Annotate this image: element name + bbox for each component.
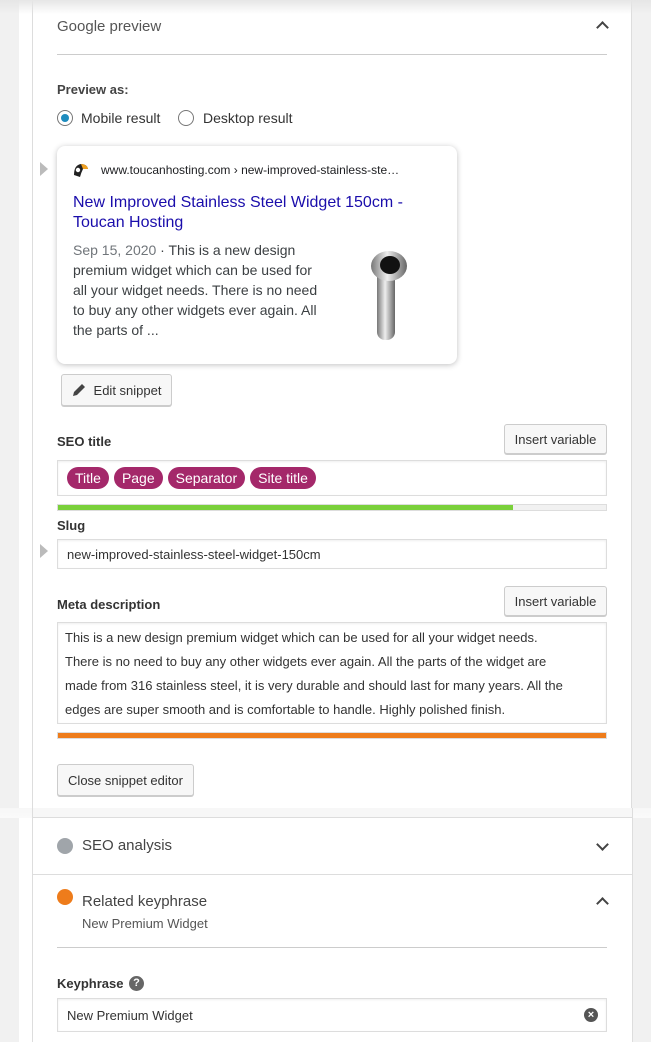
seo-title-input[interactable]: Title Page Separator Site title: [57, 460, 607, 496]
desktop-result-radio[interactable]: [178, 110, 194, 126]
desc-line: premium widget which can be used for: [73, 262, 312, 278]
keyphrase-value: New Premium Widget: [67, 1008, 193, 1023]
divider: [57, 947, 607, 948]
seo-analysis-title[interactable]: SEO analysis: [82, 837, 172, 854]
seo-title-insert-variable-button[interactable]: Insert variable: [504, 424, 607, 454]
desc-line: all your widget needs. There is no need: [73, 282, 318, 298]
desc-line: This is a new design: [168, 242, 296, 258]
help-icon[interactable]: ?: [129, 976, 144, 991]
meta-line: There is no need to buy any other widget…: [65, 654, 547, 669]
edit-snippet-button[interactable]: Edit snippet: [61, 374, 172, 406]
desktop-result-label[interactable]: Desktop result: [203, 110, 292, 126]
variable-pill-separator[interactable]: Separator: [167, 467, 246, 489]
sad-face-status-icon: [57, 889, 73, 905]
result-title-line[interactable]: New Improved Stainless Steel Widget 150c…: [73, 193, 443, 213]
variable-pill-page[interactable]: Page: [113, 467, 163, 489]
pencil-icon: [72, 384, 85, 396]
variable-pill-title[interactable]: Title: [67, 467, 109, 489]
meta-line: edges are super smooth and is comfortabl…: [65, 702, 506, 717]
seo-title-label: SEO title: [57, 434, 112, 449]
result-title-line[interactable]: Toucan Hosting: [73, 213, 443, 233]
slug-caret-icon: [40, 544, 48, 558]
slug-label: Slug: [57, 518, 86, 533]
seo-title-progress: [57, 504, 607, 511]
product-image: [371, 251, 407, 340]
meta-description-label: Meta description: [57, 597, 161, 612]
seo-analysis-status-icon: [57, 838, 73, 854]
result-description: Sep 15, 2020 · This is a new design prem…: [73, 240, 343, 340]
keyphrase-input[interactable]: New Premium Widget: [57, 998, 607, 1032]
mode-switcher-caret-icon: [40, 162, 48, 176]
meta-description-input[interactable]: This is a new design premium widget whic…: [57, 622, 607, 724]
related-keyphrase-title[interactable]: Related keyphrase: [82, 893, 207, 910]
meta-line: made from 316 stainless steel, it is ver…: [65, 678, 563, 693]
close-snippet-editor-button[interactable]: Close snippet editor: [57, 764, 194, 796]
clear-icon[interactable]: ×: [584, 1008, 598, 1022]
slug-input[interactable]: new-improved-stainless-steel-widget-150c…: [57, 539, 607, 569]
related-keyphrase-subtitle: New Premium Widget: [82, 916, 208, 931]
meta-description-progress: [57, 732, 607, 739]
separator: ·: [156, 242, 169, 258]
desc-line: the parts of ...: [73, 322, 159, 338]
google-result-card[interactable]: www.toucanhosting.com › new-improved-sta…: [57, 146, 457, 364]
result-url: www.toucanhosting.com › new-improved-sta…: [101, 163, 400, 177]
divider: [57, 54, 607, 55]
desc-line: to buy any other widgets ever again. All: [73, 302, 317, 318]
top-shadow: [0, 0, 651, 14]
preview-as-label: Preview as:: [57, 82, 129, 97]
keyphrase-label: Keyphrase: [57, 976, 124, 991]
meta-line: This is a new design premium widget whic…: [65, 630, 538, 645]
result-date: Sep 15, 2020: [73, 242, 157, 258]
seo-title-progress-fill: [58, 505, 513, 510]
mobile-result-radio[interactable]: [57, 110, 73, 126]
mobile-result-label[interactable]: Mobile result: [81, 110, 160, 126]
google-preview-title: Google preview: [57, 18, 162, 35]
result-title[interactable]: New Improved Stainless Steel Widget 150c…: [73, 193, 443, 233]
meta-description-progress-fill: [58, 733, 606, 738]
toucan-icon: [74, 164, 88, 177]
variable-pill-site-title[interactable]: Site title: [250, 467, 316, 489]
meta-description-insert-variable-button[interactable]: Insert variable: [504, 586, 607, 616]
edit-snippet-label: Edit snippet: [93, 382, 162, 398]
